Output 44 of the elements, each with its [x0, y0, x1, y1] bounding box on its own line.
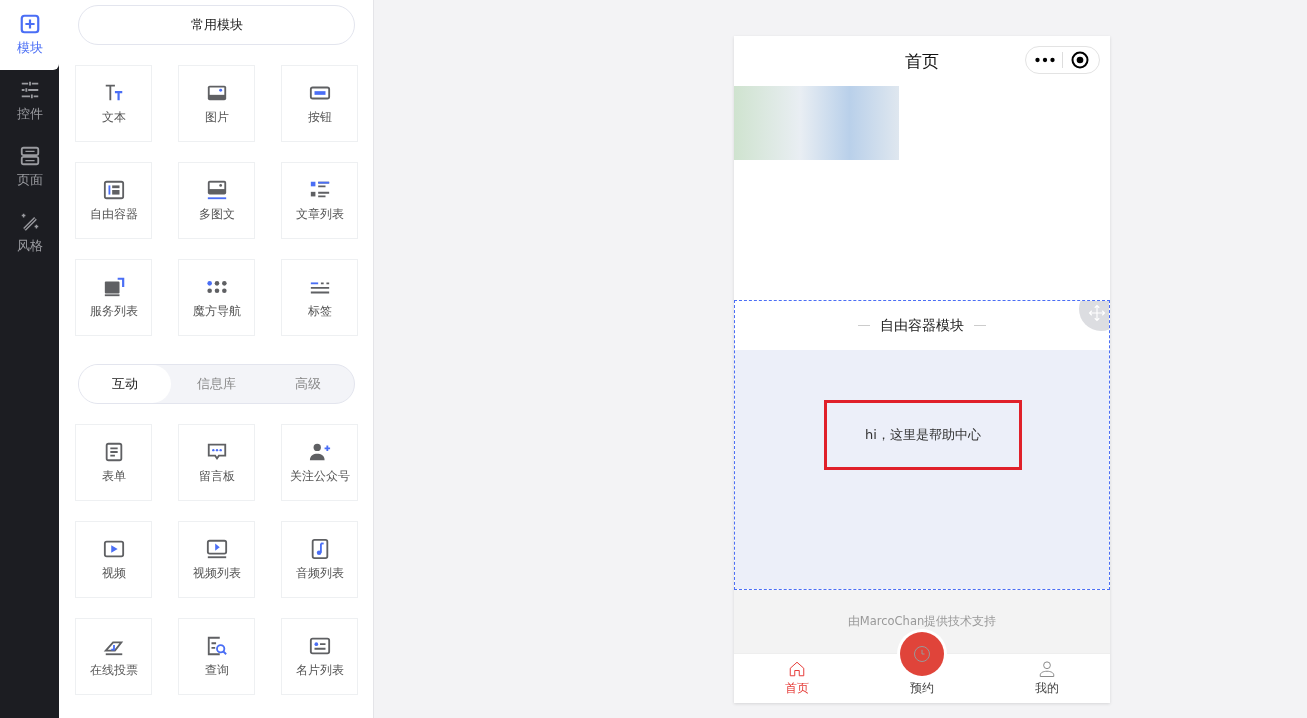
module-tile[interactable]: 图片 — [178, 65, 255, 142]
tabbar-item[interactable]: 预约 — [859, 654, 985, 703]
id-card-icon — [308, 635, 331, 657]
module-tile[interactable]: 文本 — [75, 65, 152, 142]
play-icon — [102, 538, 125, 560]
module-tile[interactable]: 按钮 — [281, 65, 358, 142]
module-tile[interactable]: 视频 — [75, 521, 152, 598]
layers-icon — [18, 145, 41, 167]
support-text: 由MarcoChan提供技术支持 — [734, 590, 1110, 653]
page-title: 首页 — [905, 49, 939, 73]
search-icon — [205, 635, 228, 657]
container-icon — [102, 179, 125, 201]
module-tile[interactable]: 服务列表 — [75, 259, 152, 336]
module-tile[interactable]: 视频列表 — [178, 521, 255, 598]
tabbar-item[interactable]: 首页 — [734, 654, 860, 703]
home-icon — [787, 660, 806, 678]
module-tile[interactable]: 标签 — [281, 259, 358, 336]
plus-square-icon — [18, 13, 41, 35]
module-tile[interactable]: 文章列表 — [281, 162, 358, 239]
more-icon — [1035, 57, 1056, 63]
clock-icon — [912, 644, 932, 664]
module-tile[interactable]: 自由容器 — [75, 162, 152, 239]
module-tile[interactable]: 查询 — [178, 618, 255, 695]
user-icon — [1038, 660, 1057, 678]
module-tile[interactable]: 在线投票 — [75, 618, 152, 695]
module-tile[interactable]: 魔方导航 — [178, 259, 255, 336]
move-icon — [1088, 304, 1106, 322]
module-tile[interactable]: 关注公众号 — [281, 424, 358, 501]
text-block: hi，这里是帮助中心 — [824, 400, 1022, 470]
image-text-icon — [205, 179, 228, 201]
tabbar-item[interactable]: 我的 — [984, 654, 1110, 703]
target-icon — [1069, 50, 1090, 70]
module-tile[interactable]: 多图文 — [178, 162, 255, 239]
module-tile[interactable]: 留言板 — [178, 424, 255, 501]
module-tile[interactable]: 名片列表 — [281, 618, 358, 695]
user-plus-icon — [308, 441, 331, 463]
monitor-icon — [102, 276, 125, 298]
container-title: 自由容器模块 — [880, 316, 964, 335]
clock-button[interactable] — [900, 632, 944, 676]
tab[interactable]: 互动 — [79, 365, 171, 403]
rail-item[interactable]: 模块 — [0, 0, 59, 70]
play-list-icon — [205, 538, 228, 560]
module-tile[interactable]: 音频列表 — [281, 521, 358, 598]
module-tile[interactable]: 表单 — [75, 424, 152, 501]
